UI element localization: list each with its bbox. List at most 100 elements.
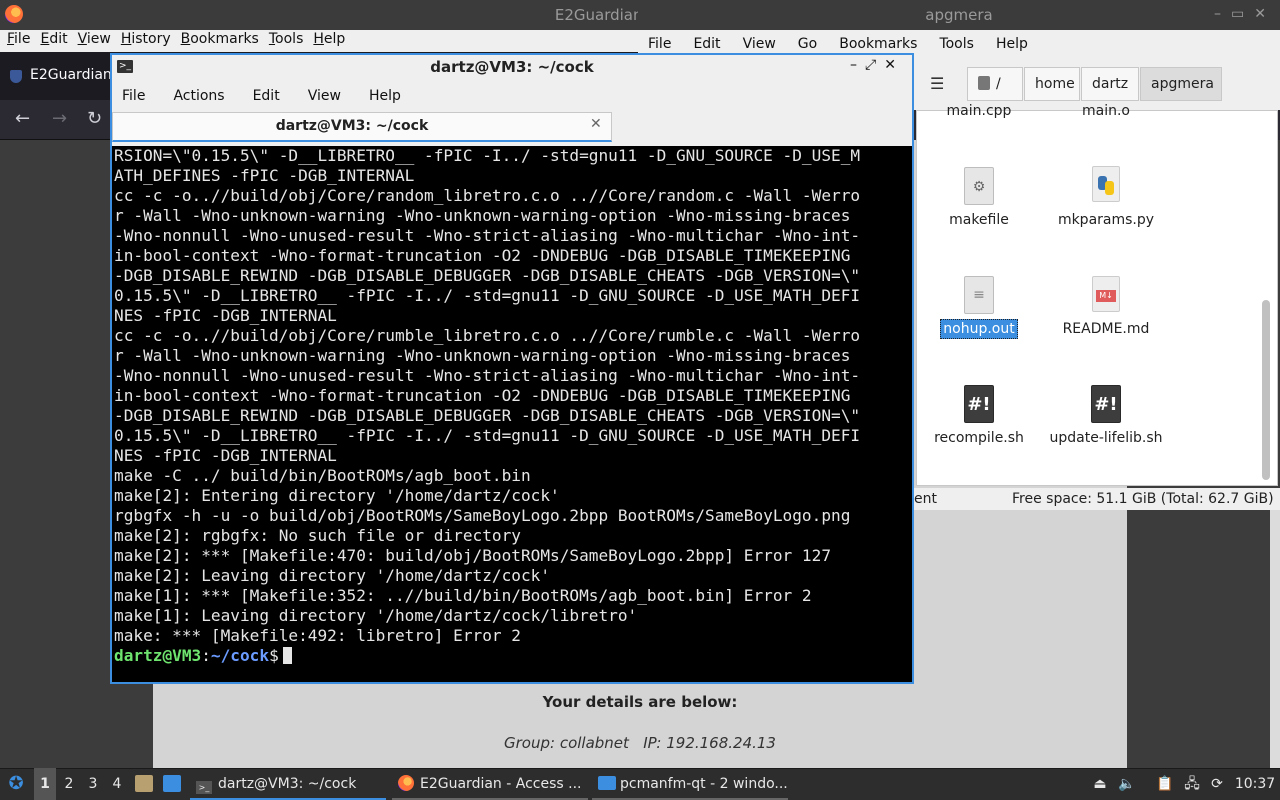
- drive-icon: [978, 76, 990, 90]
- firefox-tab[interactable]: E2Guardian: [30, 67, 112, 83]
- terminal-output[interactable]: RSION=\"0.15.5\" -D__LIBRETRO__ -fPIC -I…: [114, 146, 910, 680]
- terminal-line: NES -fPIC -DGB_INTERNAL: [114, 446, 337, 465]
- menu-help[interactable]: Help: [310, 30, 348, 52]
- markdown-icon: M↓: [1092, 276, 1120, 312]
- term-menu-help[interactable]: Help: [369, 80, 401, 112]
- file-item-recompile[interactable]: recompile.sh: [914, 430, 1044, 446]
- terminal-line: cc -c -o..//build/obj/Core/random_libret…: [114, 186, 861, 205]
- file-item-readme[interactable]: README.md: [1041, 321, 1171, 337]
- fm-menu-help[interactable]: Help: [996, 30, 1038, 58]
- breadcrumb-home[interactable]: home: [1024, 67, 1080, 101]
- term-menu-edit[interactable]: Edit: [253, 80, 280, 112]
- forward-arrow-icon[interactable]: →: [52, 108, 67, 129]
- breadcrumb-root[interactable]: /: [967, 67, 1023, 101]
- terminal-line: rgbgfx -h -u -o build/obj/BootROMs/SameB…: [114, 506, 851, 525]
- text-cursor: [282, 647, 292, 664]
- file-manager-statusbar: ent Free space: 51.1 GiB (Total: 62.7 Gi…: [914, 488, 1280, 510]
- prompt-user: dartz@VM3: [114, 646, 202, 665]
- terminal-line: -Wno-nonnull -Wno-unused-result -Wno-str…: [114, 226, 861, 245]
- text-doc-icon: ≡: [964, 276, 994, 314]
- file-item-mkparams[interactable]: mkparams.py: [1041, 212, 1171, 228]
- script-icon: #!: [964, 385, 994, 423]
- file-manager-window-controls[interactable]: –▭✕: [1214, 6, 1276, 22]
- workspace-2[interactable]: 2: [58, 768, 80, 800]
- prompt-path: ~/cock: [210, 646, 270, 665]
- terminal-tab-label: dartz@VM3: ~/cock: [275, 118, 429, 134]
- menu-bookmarks[interactable]: Bookmarks: [178, 30, 262, 52]
- python-icon: [1092, 166, 1120, 202]
- file-manager-title: apgmera: [925, 6, 993, 24]
- volume-icon[interactable]: 🔈: [1118, 768, 1136, 800]
- fm-menu-tools[interactable]: Tools: [939, 30, 984, 58]
- gear-doc-icon: ⚙: [964, 167, 994, 205]
- terminal-line: make[2]: rgbgfx: No such file or directo…: [114, 526, 521, 545]
- list-view-icon[interactable]: ☰: [930, 74, 944, 93]
- workspace-3[interactable]: 3: [82, 768, 104, 800]
- details-heading: Your details are below:: [542, 693, 738, 711]
- background-area: [1127, 510, 1280, 768]
- terminal-line: RSION=\"0.15.5\" -D__LIBRETRO__ -fPIC -I…: [114, 146, 861, 165]
- breadcrumb-dartz[interactable]: dartz: [1081, 67, 1139, 101]
- file-item-makefile[interactable]: makefile: [914, 212, 1044, 228]
- terminal-window-controls[interactable]: –⤢✕: [850, 57, 904, 73]
- update-icon[interactable]: ⟳: [1208, 768, 1226, 800]
- background-strip: [1270, 510, 1280, 768]
- terminal-line: make[2]: Leaving directory '/home/dartz/…: [114, 566, 551, 585]
- file-item-update-lifelib[interactable]: update-lifelib.sh: [1041, 430, 1171, 446]
- firefox-icon: [398, 775, 414, 791]
- script-icon: #!: [1091, 385, 1121, 423]
- reload-icon[interactable]: ↻: [87, 108, 102, 129]
- menu-view[interactable]: View: [75, 30, 114, 52]
- terminal-line: -DGB_DISABLE_REWIND -DGB_DISABLE_DEBUGGE…: [114, 266, 861, 285]
- network-icon[interactable]: 🖧: [1182, 768, 1202, 800]
- menu-edit[interactable]: Edit: [37, 30, 70, 52]
- terminal-line: make[1]: Leaving directory '/home/dartz/…: [114, 606, 638, 625]
- terminal-line: make[1]: *** [Makefile:352: ..//build/bi…: [114, 586, 812, 605]
- terminal-prompt[interactable]: dartz@VM3:~/cock$: [114, 646, 910, 666]
- app-menu-icon[interactable]: ✪: [6, 768, 26, 800]
- menu-tools[interactable]: Tools: [266, 30, 307, 52]
- terminal-menubar: File Actions Edit View Help: [112, 80, 912, 112]
- clock[interactable]: 10:37: [1234, 768, 1276, 800]
- firefox-menubar: File Edit View History Bookmarks Tools H…: [0, 30, 640, 52]
- terminal-line: make[2]: Entering directory '/home/dartz…: [114, 486, 560, 505]
- terminal-line: make: *** [Makefile:492: libretro] Error…: [114, 626, 521, 645]
- tray-arrow-icon[interactable]: ⏏: [1092, 768, 1108, 800]
- task-file-manager[interactable]: pcmanfm-qt - 2 windo...: [592, 768, 788, 800]
- prompt-separator: :: [201, 646, 211, 665]
- status-left-text: ent: [914, 491, 937, 507]
- terminal-line: in-bool-context -Wno-format-truncation -…: [114, 386, 851, 405]
- menu-history[interactable]: History: [118, 30, 174, 52]
- terminal-line: in-bool-context -Wno-format-truncation -…: [114, 246, 851, 265]
- term-menu-actions[interactable]: Actions: [173, 80, 224, 112]
- term-menu-file[interactable]: File: [122, 80, 145, 112]
- file-item-partial[interactable]: main.cpp: [914, 103, 1044, 119]
- terminal-line: ATH_DEFINES -fPIC -DGB_INTERNAL: [114, 166, 415, 185]
- terminal-line: 0.15.5\" -D__LIBRETRO__ -fPIC -I../ -std…: [114, 286, 861, 305]
- prompt-symbol: $: [269, 646, 279, 665]
- file-item-nohup-label: nohup.out: [940, 319, 1018, 339]
- menu-file[interactable]: File: [4, 30, 33, 52]
- close-tab-icon[interactable]: ✕: [590, 116, 602, 132]
- terminal-icon: >_: [196, 781, 212, 794]
- terminal-line: 0.15.5\" -D__LIBRETRO__ -fPIC -I../ -std…: [114, 426, 861, 445]
- terminal-line: -DGB_DISABLE_REWIND -DGB_DISABLE_DEBUGGE…: [114, 406, 861, 425]
- terminal-title: dartz@VM3: ~/cock: [430, 58, 594, 76]
- back-arrow-icon[interactable]: ←: [15, 108, 30, 129]
- file-list-scrollbar[interactable]: [1262, 300, 1270, 480]
- terminal-line: r -Wall -Wno-unknown-warning -Wno-unknow…: [114, 346, 851, 365]
- term-menu-view[interactable]: View: [308, 80, 341, 112]
- file-item-nohup[interactable]: nohup.out: [914, 319, 1044, 339]
- file-item-partial[interactable]: main.o: [1041, 103, 1171, 119]
- task-terminal[interactable]: >_ dartz@VM3: ~/cock: [190, 768, 386, 800]
- task-firefox[interactable]: E2Guardian - Access ...: [392, 768, 588, 800]
- desktop-icon[interactable]: [163, 775, 181, 792]
- workspace-1[interactable]: 1: [34, 768, 56, 800]
- workspace-4[interactable]: 4: [106, 768, 128, 800]
- clipboard-icon[interactable]: 📋: [1156, 768, 1174, 800]
- terminal-line: r -Wall -Wno-unknown-warning -Wno-unknow…: [114, 206, 851, 225]
- breadcrumb-apgmera[interactable]: apgmera: [1140, 67, 1222, 101]
- file-manager-launcher-icon[interactable]: [135, 775, 153, 792]
- details-info: Group: collabnet IP: 192.168.24.13: [504, 734, 776, 752]
- folder-icon: [598, 776, 616, 790]
